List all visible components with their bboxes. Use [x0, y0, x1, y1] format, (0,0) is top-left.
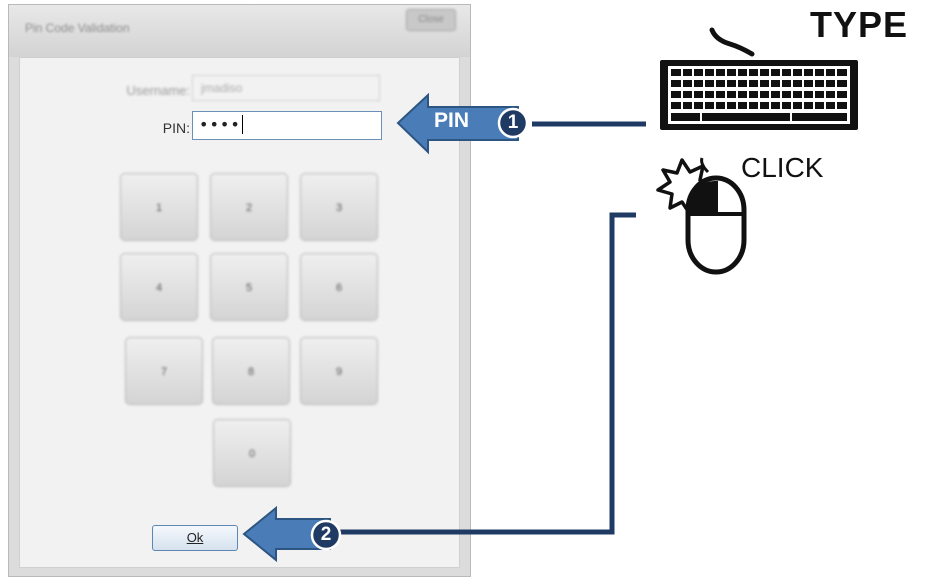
annotation-overlay — [242, 27, 858, 563]
step-1-number: 1 — [507, 112, 519, 133]
connector-line-2 — [340, 212, 636, 535]
pin-arrow-label: PIN — [434, 109, 470, 132]
type-label: TYPE — [810, 4, 909, 45]
mouse-click-icon — [656, 157, 747, 275]
click-label: CLICK — [741, 152, 824, 183]
step-2-number: 2 — [320, 524, 332, 545]
